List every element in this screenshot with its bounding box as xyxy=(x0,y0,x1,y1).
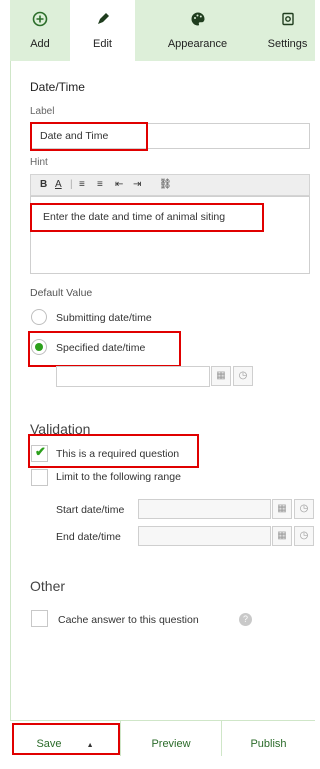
edit-tab[interactable]: Edit xyxy=(70,0,135,61)
calendar-icon[interactable]: ▦ xyxy=(272,499,292,519)
range-checkbox[interactable] xyxy=(31,469,48,486)
radio-submitting-label: Submitting date/time xyxy=(56,312,152,324)
settings-tab[interactable]: Settings xyxy=(260,0,315,61)
radio-submitting[interactable] xyxy=(31,309,47,325)
help-icon[interactable]: ? xyxy=(239,613,252,626)
other-heading: Other xyxy=(30,578,66,594)
calendar-icon[interactable]: ▦ xyxy=(211,366,231,386)
add-tab[interactable]: Add xyxy=(10,0,70,61)
highlight-default xyxy=(28,331,181,367)
hint-field-label: Hint xyxy=(30,157,48,168)
highlight-required xyxy=(28,434,199,468)
panel-border xyxy=(10,61,11,755)
bold-button[interactable]: B xyxy=(40,179,47,190)
indent-button[interactable]: ⇥ xyxy=(133,179,141,190)
cache-checkbox[interactable] xyxy=(31,610,48,627)
highlight-hint xyxy=(30,203,264,232)
section-title: Date/Time xyxy=(30,80,85,94)
ordered-list-button[interactable]: ≡ xyxy=(79,179,85,190)
outdent-button[interactable]: ⇤ xyxy=(115,179,123,190)
pencil-icon xyxy=(70,9,135,35)
start-date-label: Start date/time xyxy=(56,504,125,516)
cache-label: Cache answer to this question xyxy=(58,614,199,626)
link-icon[interactable]: ⛓ xyxy=(159,179,172,190)
clock-icon[interactable]: ◷ xyxy=(294,526,314,546)
editor-toolbar: Add Edit Appearance Settings xyxy=(10,0,315,61)
palette-icon xyxy=(135,9,260,35)
clock-icon[interactable]: ◷ xyxy=(233,366,253,386)
appearance-tab[interactable]: Appearance xyxy=(135,0,260,61)
rich-text-toolbar: B A | ≡ ≡ ⇤ ⇥ ⛓ xyxy=(30,174,310,196)
specified-date-input[interactable] xyxy=(56,366,210,387)
preview-button[interactable]: Preview xyxy=(121,721,221,756)
toolbar-divider: | xyxy=(70,179,73,190)
default-value-label: Default Value xyxy=(30,287,93,299)
end-date-input[interactable] xyxy=(138,526,271,546)
range-label: Limit to the following range xyxy=(56,471,181,483)
highlight-label xyxy=(30,122,148,151)
unordered-list-button[interactable]: ≡ xyxy=(97,179,103,190)
highlight-save xyxy=(12,723,120,755)
publish-button[interactable]: Publish xyxy=(222,721,315,756)
calendar-icon[interactable]: ▦ xyxy=(272,526,292,546)
clock-icon[interactable]: ◷ xyxy=(294,499,314,519)
end-date-label: End date/time xyxy=(56,531,121,543)
label-field-label: Label xyxy=(30,106,55,117)
start-date-input[interactable] xyxy=(138,499,271,519)
text-color-button[interactable]: A xyxy=(55,179,62,190)
settings-icon xyxy=(260,9,315,35)
plus-circle-icon xyxy=(10,9,70,35)
